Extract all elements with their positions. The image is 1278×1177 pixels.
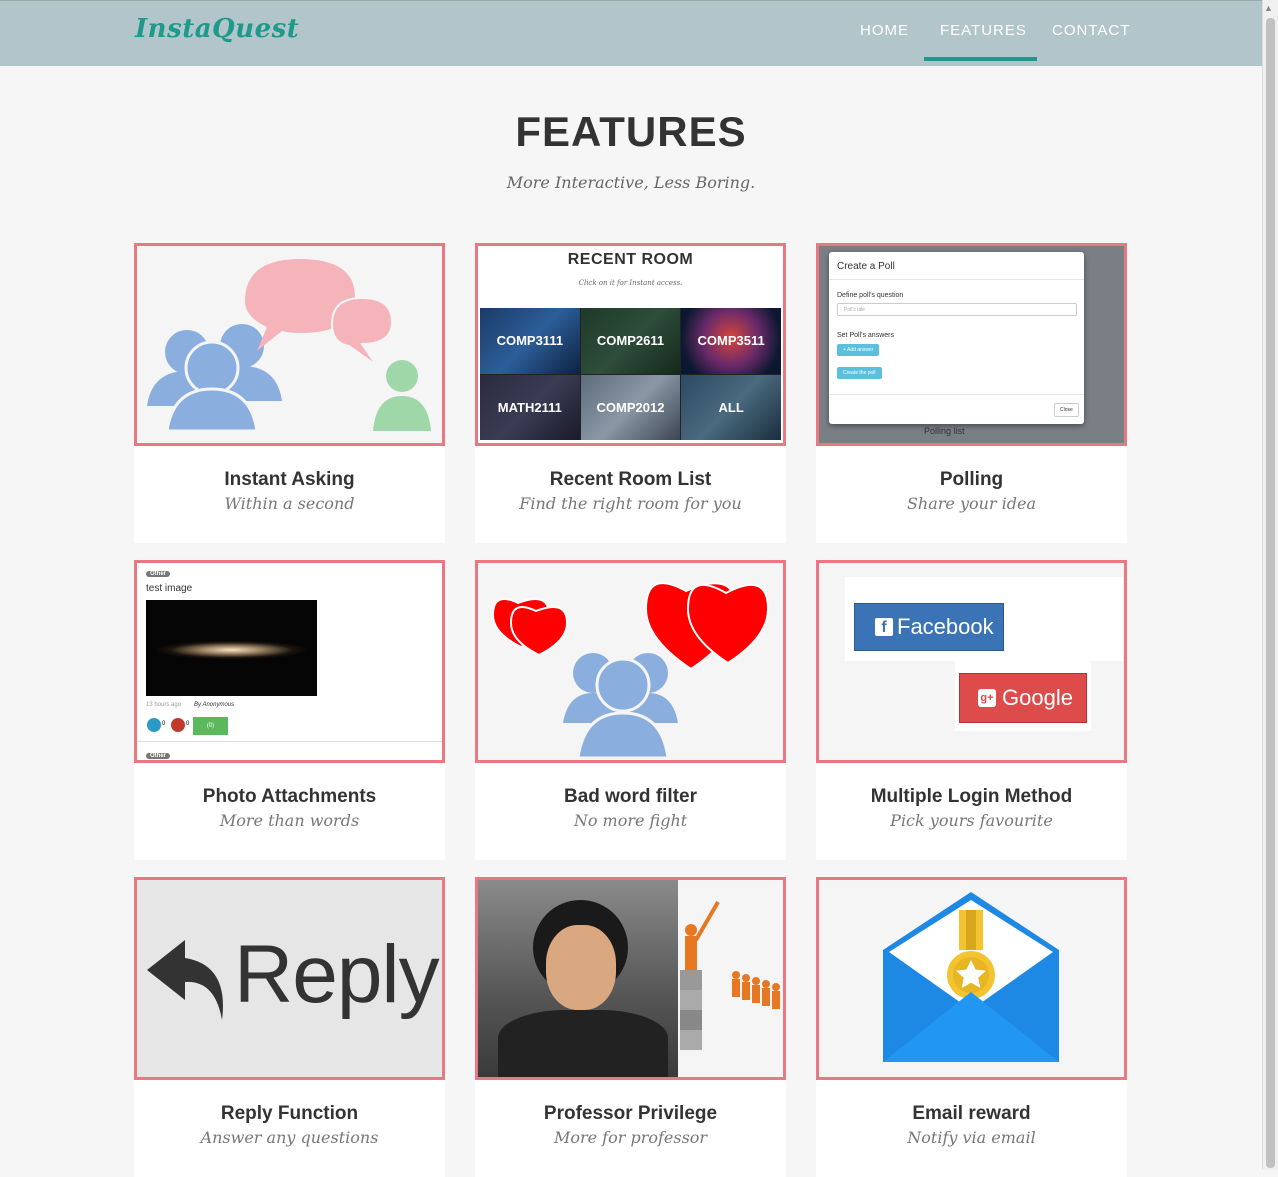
polling-list-label: Polling list [924,426,965,436]
room-tile[interactable]: COMP3111 [480,308,580,374]
navbar: InstaQuest HOME FEATURES CONTACT [0,0,1262,66]
feature-title: Email reward [912,1103,1031,1124]
bad-word-filter-image [475,560,786,763]
facebook-label: Facebook [897,614,994,639]
feature-card-polling[interactable]: Create a Poll Define poll's question Pol… [816,243,1127,543]
room-tile[interactable]: COMP2012 [580,374,681,440]
post-text: test image [146,583,193,594]
scroll-up-arrow-icon[interactable]: ▲ [1264,3,1273,13]
post-author: By Anonymous [194,702,235,708]
room-tile[interactable]: ALL [681,374,781,440]
feature-subtitle: Notify via email [907,1128,1036,1147]
poll-answers-label: Set Poll's answers [837,332,894,339]
photo-attachments-image: Other test image 13 hours ago By Anonymo… [134,560,445,763]
email-reward-image [816,877,1127,1080]
room-tile[interactable]: COMP2611 [580,308,681,374]
attached-photo[interactable] [146,600,317,696]
recent-room-heading: RECENT ROOM [567,251,694,268]
feature-card-recent-room[interactable]: RECENT ROOM Click on it for Instant acce… [475,243,786,543]
feature-subtitle: More than words [219,811,360,830]
feature-title: Instant Asking [224,469,355,490]
feature-title: Professor Privilege [543,1103,718,1124]
nav-features[interactable]: FEATURES [940,22,1027,39]
multiple-login-image: f Facebook g+ Google [816,560,1127,763]
reply-function-image: Reply [134,877,445,1080]
create-poll-button[interactable]: Create the poll [837,367,882,379]
professor-privilege-image [475,877,786,1080]
google-label: Google [1002,685,1073,710]
feature-card-bad-word-filter[interactable]: Bad word filter No more fight [475,560,786,860]
feature-title: Multiple Login Method [870,786,1073,807]
room-tile[interactable]: COMP3511 [681,308,781,374]
feature-subtitle: Pick yours favourite [890,811,1053,830]
google-icon: g+ [978,689,996,707]
comment-button[interactable]: (0) [193,717,228,735]
poll-dialog-title: Create a Poll [837,261,895,272]
feature-subtitle: Find the right room for you [519,494,742,513]
feature-card-professor-privilege[interactable]: Professor Privilege More for professor [475,877,786,1177]
instant-asking-image [134,243,445,446]
polling-image: Create a Poll Define poll's question Pol… [816,243,1127,446]
reply-arrow-icon [147,940,223,1020]
add-answer-button[interactable]: + Add answer [837,344,880,356]
feature-subtitle: More for professor [553,1128,708,1147]
feature-title: Photo Attachments [202,786,377,807]
feature-subtitle: Answer any questions [200,1128,379,1147]
poll-dialog: Create a Poll Define poll's question Pol… [829,252,1084,424]
feature-card-email-reward[interactable]: Email reward Notify via email [816,877,1127,1177]
google-login-button[interactable]: g+ Google [959,673,1087,723]
poll-close-button[interactable]: Close [1054,403,1079,417]
feature-card-reply-function[interactable]: Reply Reply Function Answer any question… [134,877,445,1177]
feature-title: Polling [939,469,1004,490]
professor-photo [478,880,678,1077]
facebook-login-button[interactable]: f Facebook [854,603,1004,651]
room-tile[interactable]: MATH2111 [480,374,580,440]
like-count: 0 [162,721,166,727]
feature-subtitle: No more fight [573,811,688,830]
feature-card-photo-attachments[interactable]: Other test image 13 hours ago By Anonymo… [134,560,445,860]
nav-home[interactable]: HOME [860,22,909,39]
nav-active-indicator [924,57,1037,61]
feature-subtitle: Within a second [224,494,355,513]
feature-title: Bad word filter [563,786,697,807]
scrollbar-thumb[interactable] [1266,18,1275,1168]
like-icon[interactable] [147,718,161,732]
feature-subtitle: Share your idea [906,494,1037,513]
poll-title-input[interactable]: Poll's title [837,303,1077,316]
feature-card-multiple-login[interactable]: f Facebook g+ Google Multiple Login Meth… [816,560,1127,860]
brand-logo[interactable]: InstaQuest [135,14,299,44]
envelope-medal-icon [883,892,1059,1062]
section-subtitle: More Interactive, Less Boring. [506,173,756,192]
poll-question-label: Define poll's question [837,292,904,299]
section-title: FEATURES [515,108,747,155]
dislike-count: 0 [186,721,190,727]
feature-title: Reply Function [220,1103,359,1124]
recent-room-image: RECENT ROOM Click on it for Instant acce… [475,243,786,446]
dislike-icon[interactable] [171,718,185,732]
post-tag-badge: Other [146,571,171,577]
recent-room-hint: Click on it for Instant access. [578,279,683,287]
feature-title: Recent Room List [549,469,712,490]
post-time: 13 hours ago [146,702,182,708]
nav-contact[interactable]: CONTACT [1052,22,1130,39]
facebook-icon: f [875,618,893,636]
reply-label: Reply [234,929,440,1020]
post-tag-badge: Other [146,753,171,759]
feature-card-instant-asking[interactable]: Instant Asking Within a second [134,243,445,543]
